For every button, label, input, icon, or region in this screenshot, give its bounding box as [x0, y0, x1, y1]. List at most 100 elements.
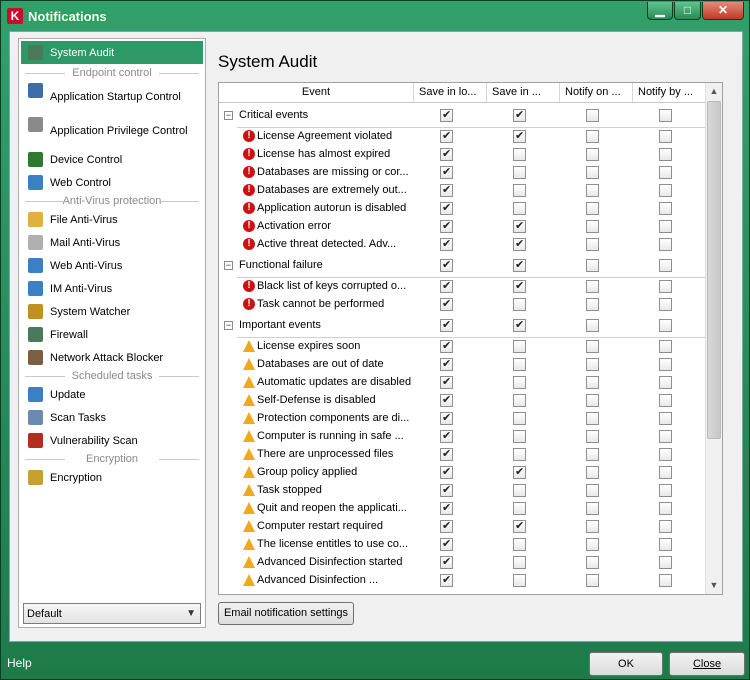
notify-screen-checkbox[interactable]	[586, 109, 599, 122]
scrollbar-thumb[interactable]	[707, 101, 721, 439]
table-row[interactable]: Advanced Disinfection ...	[219, 572, 706, 590]
sidebar-item-scan-tasks[interactable]: Scan Tasks	[19, 406, 205, 429]
minimize-button[interactable]: ▁	[647, 2, 673, 20]
notify-screen-checkbox[interactable]	[586, 358, 599, 371]
profile-select[interactable]: Default ▼	[23, 603, 201, 624]
help-link[interactable]: Help	[7, 656, 32, 670]
notify-screen-checkbox[interactable]	[586, 376, 599, 389]
column-header-save-local[interactable]: Save in lo...	[414, 83, 487, 102]
table-row[interactable]: Protection components are di...	[219, 410, 706, 428]
notify-screen-checkbox[interactable]	[586, 574, 599, 587]
save-server-checkbox[interactable]	[513, 502, 526, 515]
save-server-checkbox[interactable]	[513, 184, 526, 197]
collapse-icon[interactable]: −	[224, 321, 233, 330]
table-row[interactable]: Task stopped	[219, 482, 706, 500]
notify-screen-checkbox[interactable]	[586, 502, 599, 515]
notify-email-checkbox[interactable]	[659, 148, 672, 161]
scroll-down-icon[interactable]: ▼	[706, 577, 722, 594]
save-server-checkbox[interactable]	[513, 484, 526, 497]
save-server-checkbox[interactable]	[513, 202, 526, 215]
save-local-checkbox[interactable]	[440, 357, 453, 371]
collapse-icon[interactable]: −	[224, 111, 233, 120]
save-local-checkbox[interactable]	[440, 183, 453, 197]
table-row[interactable]: Automatic updates are disabled	[219, 374, 706, 392]
notify-email-checkbox[interactable]	[659, 412, 672, 425]
save-server-checkbox[interactable]	[513, 108, 526, 122]
save-local-checkbox[interactable]	[440, 537, 453, 551]
save-local-checkbox[interactable]	[440, 258, 453, 272]
title-bar[interactable]: K Notifications ▁ □ ✕	[1, 1, 749, 31]
notify-screen-checkbox[interactable]	[586, 412, 599, 425]
table-row[interactable]: Databases are out of date	[219, 356, 706, 374]
column-header-notify-screen[interactable]: Notify on ...	[560, 83, 633, 102]
sidebar-item-firewall[interactable]: Firewall	[19, 323, 205, 346]
save-local-checkbox[interactable]	[440, 465, 453, 479]
notify-email-checkbox[interactable]	[659, 556, 672, 569]
notify-screen-checkbox[interactable]	[586, 538, 599, 551]
sidebar-item-im-anti-virus[interactable]: IM Anti-Virus	[19, 277, 205, 300]
save-local-checkbox[interactable]	[440, 393, 453, 407]
notify-screen-checkbox[interactable]	[586, 520, 599, 533]
table-row[interactable]: License expires soon	[219, 338, 706, 356]
save-server-checkbox[interactable]	[513, 298, 526, 311]
save-local-checkbox[interactable]	[440, 297, 453, 311]
notify-screen-checkbox[interactable]	[586, 466, 599, 479]
sidebar-item-web-anti-virus[interactable]: Web Anti-Virus	[19, 254, 205, 277]
save-server-checkbox[interactable]	[513, 448, 526, 461]
notify-email-checkbox[interactable]	[659, 259, 672, 272]
save-server-checkbox[interactable]	[513, 358, 526, 371]
notify-email-checkbox[interactable]	[659, 448, 672, 461]
table-row[interactable]: ! Task cannot be performed	[219, 296, 706, 314]
save-local-checkbox[interactable]	[440, 129, 453, 143]
notify-email-checkbox[interactable]	[659, 130, 672, 143]
notify-email-checkbox[interactable]	[659, 484, 672, 497]
save-local-checkbox[interactable]	[440, 501, 453, 515]
notify-screen-checkbox[interactable]	[586, 166, 599, 179]
notify-screen-checkbox[interactable]	[586, 394, 599, 407]
save-server-checkbox[interactable]	[513, 166, 526, 179]
event-group-row[interactable]: − Important events	[219, 314, 706, 338]
notify-email-checkbox[interactable]	[659, 184, 672, 197]
save-server-checkbox[interactable]	[513, 318, 526, 332]
notify-email-checkbox[interactable]	[659, 109, 672, 122]
save-server-checkbox[interactable]	[513, 574, 526, 587]
email-notification-settings-button[interactable]: Email notification settings	[218, 602, 354, 625]
sidebar-item-system-watcher[interactable]: System Watcher	[19, 300, 205, 323]
notify-email-checkbox[interactable]	[659, 166, 672, 179]
save-local-checkbox[interactable]	[440, 411, 453, 425]
notify-screen-checkbox[interactable]	[586, 556, 599, 569]
sidebar-item-application-startup-control[interactable]: Application Startup Control	[19, 80, 205, 114]
column-header-event[interactable]: Event	[219, 83, 414, 102]
table-row[interactable]: ! Databases are extremely out...	[219, 182, 706, 200]
notify-email-checkbox[interactable]	[659, 340, 672, 353]
notify-email-checkbox[interactable]	[659, 520, 672, 533]
ok-button[interactable]: OK	[589, 652, 663, 676]
save-server-checkbox[interactable]	[513, 538, 526, 551]
save-local-checkbox[interactable]	[440, 519, 453, 533]
notify-email-checkbox[interactable]	[659, 574, 672, 587]
notify-email-checkbox[interactable]	[659, 376, 672, 389]
save-local-checkbox[interactable]	[440, 108, 453, 122]
table-row[interactable]: There are unprocessed files	[219, 446, 706, 464]
table-row[interactable]: ! Databases are missing or cor...	[219, 164, 706, 182]
notify-email-checkbox[interactable]	[659, 298, 672, 311]
column-header-notify-email[interactable]: Notify by ...	[633, 83, 706, 102]
notify-screen-checkbox[interactable]	[586, 184, 599, 197]
save-server-checkbox[interactable]	[513, 430, 526, 443]
sidebar-item-mail-anti-virus[interactable]: Mail Anti-Virus	[19, 231, 205, 254]
save-local-checkbox[interactable]	[440, 318, 453, 332]
notify-screen-checkbox[interactable]	[586, 238, 599, 251]
save-local-checkbox[interactable]	[440, 429, 453, 443]
save-local-checkbox[interactable]	[440, 201, 453, 215]
save-server-checkbox[interactable]	[513, 412, 526, 425]
collapse-icon[interactable]: −	[224, 261, 233, 270]
sidebar-item-device-control[interactable]: Device Control	[19, 148, 205, 171]
notify-screen-checkbox[interactable]	[586, 220, 599, 233]
save-local-checkbox[interactable]	[440, 447, 453, 461]
notify-email-checkbox[interactable]	[659, 538, 672, 551]
table-row[interactable]: ! License has almost expired	[219, 146, 706, 164]
save-server-checkbox[interactable]	[513, 556, 526, 569]
save-local-checkbox[interactable]	[440, 375, 453, 389]
chevron-down-icon[interactable]: ▼	[186, 608, 196, 619]
notify-email-checkbox[interactable]	[659, 430, 672, 443]
